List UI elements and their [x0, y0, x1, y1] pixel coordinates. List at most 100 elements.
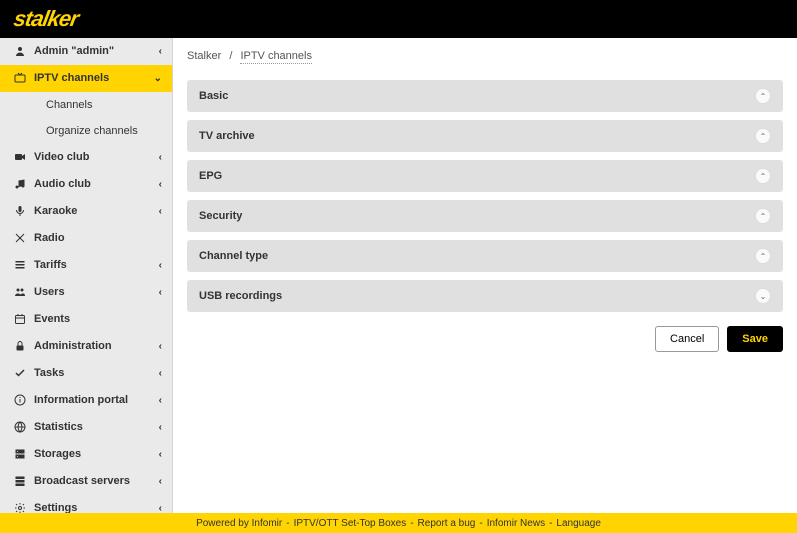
chevron-left-icon: ‹: [159, 422, 162, 433]
main: Stalker / IPTV channels Basic⌃TV archive…: [173, 38, 797, 513]
chevron-left-icon: ‹: [159, 260, 162, 271]
panel-title: Channel type: [199, 250, 268, 262]
chevron-left-icon: ‹: [159, 46, 162, 57]
chevron-up-icon: ⌃: [755, 208, 771, 224]
panel-tv-archive[interactable]: TV archive ⌃: [187, 120, 783, 152]
video-icon: [14, 151, 26, 163]
globe-icon: [14, 421, 26, 433]
sidebar-item-administration[interactable]: Administration ‹: [0, 333, 172, 360]
sidebar-item-tasks[interactable]: Tasks ‹: [0, 360, 172, 387]
sidebar-item-settings[interactable]: Settings ‹: [0, 495, 172, 513]
sidebar-item-label: Settings: [34, 502, 77, 513]
footer-link-news[interactable]: Infomir News: [487, 518, 545, 529]
panels: Basic⌃TV archive⌃EPG⌃Security⌃Channel ty…: [187, 80, 783, 312]
panel-title: EPG: [199, 170, 222, 182]
user-icon: [14, 45, 26, 57]
sidebar-item-label: Events: [34, 313, 70, 325]
logo: stalker: [12, 6, 81, 32]
topbar: stalker: [0, 0, 797, 38]
chevron-up-icon: ⌃: [755, 128, 771, 144]
sidebar-item-broadcast-servers[interactable]: Broadcast servers ‹: [0, 468, 172, 495]
sidebar-item-label: Karaoke: [34, 205, 77, 217]
chevron-down-icon: ⌄: [755, 288, 771, 304]
breadcrumb: Stalker / IPTV channels: [187, 50, 783, 62]
sidebar-item-label: Video club: [34, 151, 89, 163]
breadcrumb-current: IPTV channels: [240, 50, 312, 64]
footer-link-language[interactable]: Language: [556, 518, 601, 529]
tv-icon: [14, 72, 26, 84]
info-icon: [14, 394, 26, 406]
sidebar-item-audio-club[interactable]: Audio club ‹: [0, 171, 172, 198]
sidebar-sub-channels[interactable]: Channels: [0, 92, 172, 118]
footer-link-stb[interactable]: IPTV/OTT Set-Top Boxes: [294, 518, 407, 529]
panel-epg[interactable]: EPG ⌃: [187, 160, 783, 192]
layout: Admin "admin" ‹ IPTV channels ⌄ ChannelsOrga…: [0, 38, 797, 513]
sidebar: Admin "admin" ‹ IPTV channels ⌄ ChannelsOrga…: [0, 38, 173, 513]
chevron-up-icon: ⌃: [755, 168, 771, 184]
sidebar-item-events[interactable]: Events: [0, 306, 172, 333]
sidebar-item-users[interactable]: Users ‹: [0, 279, 172, 306]
sidebar-item-label: Tasks: [34, 367, 64, 379]
chevron-left-icon: ‹: [159, 341, 162, 352]
sidebar-item-iptv-channels[interactable]: IPTV channels ⌄: [0, 65, 172, 92]
actions: Cancel Save: [187, 326, 783, 352]
calendar-icon: [14, 313, 26, 325]
sidebar-item-label: Users: [34, 286, 65, 298]
radio-icon: [14, 232, 26, 244]
sidebar-item-video-club[interactable]: Video club ‹: [0, 144, 172, 171]
chevron-left-icon: ‹: [159, 179, 162, 190]
panel-title: TV archive: [199, 130, 255, 142]
sidebar-item-information-portal[interactable]: Information portal‹: [0, 387, 172, 414]
sidebar-item-radio[interactable]: Radio: [0, 225, 172, 252]
gear-icon: [14, 502, 26, 513]
sidebar-item-label: Audio club: [34, 178, 91, 190]
sidebar-item-karaoke[interactable]: Karaoke ‹: [0, 198, 172, 225]
chevron-left-icon: ‹: [159, 449, 162, 460]
sidebar-item-label: Administration: [34, 340, 112, 352]
chevron-up-icon: ⌃: [755, 88, 771, 104]
music-icon: [14, 178, 26, 190]
panel-security[interactable]: Security ⌃: [187, 200, 783, 232]
chevron-left-icon: ‹: [159, 206, 162, 217]
sidebar-item-label: Admin "admin": [34, 45, 114, 57]
sidebar-sub-organize-channels[interactable]: Organize channels: [0, 118, 172, 144]
panel-usb-recordings[interactable]: USB recordings ⌄: [187, 280, 783, 312]
panel-title: USB recordings: [199, 290, 282, 302]
breadcrumb-sep: /: [229, 50, 232, 62]
users-icon: [14, 286, 26, 298]
chevron-up-icon: ⌃: [755, 248, 771, 264]
chevron-left-icon: ‹: [159, 287, 162, 298]
chevron-left-icon: ‹: [159, 152, 162, 163]
sidebar-item-label: Statistics: [34, 421, 83, 433]
sidebar-item-label: Radio: [34, 232, 65, 244]
sidebar-item-label: Storages: [34, 448, 81, 460]
footer-link-reportbug[interactable]: Report a bug: [418, 518, 476, 529]
chevron-down-icon: ⌄: [154, 73, 162, 84]
breadcrumb-parent[interactable]: Stalker: [187, 50, 221, 62]
chevron-left-icon: ‹: [159, 503, 162, 514]
sidebar-item-statistics[interactable]: Statistics ‹: [0, 414, 172, 441]
panel-title: Basic: [199, 90, 228, 102]
cancel-button[interactable]: Cancel: [655, 326, 719, 352]
sidebar-item-admin-admin-[interactable]: Admin "admin" ‹: [0, 38, 172, 65]
sidebar-item-storages[interactable]: Storages ‹: [0, 441, 172, 468]
panel-channel-type[interactable]: Channel type ⌃: [187, 240, 783, 272]
footer-text: Powered by Infomir: [196, 518, 282, 529]
sidebar-item-tariffs[interactable]: Tariffs ‹: [0, 252, 172, 279]
sidebar-item-label: Information portal: [34, 394, 128, 406]
panel-title: Security: [199, 210, 242, 222]
save-button[interactable]: Save: [727, 326, 783, 352]
chevron-left-icon: ‹: [159, 476, 162, 487]
panel-basic[interactable]: Basic ⌃: [187, 80, 783, 112]
chevron-left-icon: ‹: [159, 368, 162, 379]
list-icon: [14, 259, 26, 271]
sidebar-item-label: IPTV channels: [34, 72, 109, 84]
storage-icon: [14, 448, 26, 460]
lock-icon: [14, 340, 26, 352]
mic-icon: [14, 205, 26, 217]
footer: Powered by Infomir - IPTV/OTT Set-Top Bo…: [0, 513, 797, 533]
sidebar-item-label: Broadcast servers: [34, 475, 130, 487]
server-icon: [14, 475, 26, 487]
check-icon: [14, 367, 26, 379]
sidebar-item-label: Tariffs: [34, 259, 67, 271]
